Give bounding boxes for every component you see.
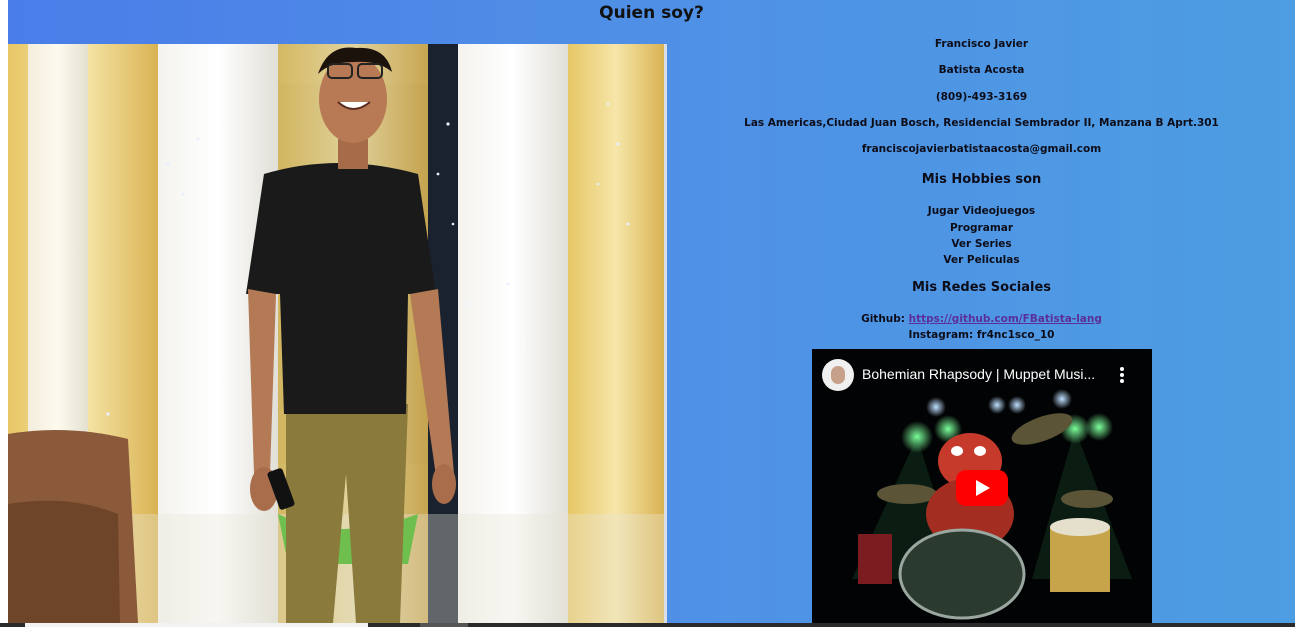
- info-section: Francisco Javier Batista Acosta (809)-49…: [668, 36, 1295, 343]
- github-line: Github: https://github.com/FBatista-lang: [668, 311, 1295, 327]
- photo-divider: [664, 44, 667, 623]
- scrollbar-thumb[interactable]: [25, 623, 368, 627]
- avatar-figure: [831, 366, 845, 384]
- play-button[interactable]: [956, 470, 1008, 506]
- hobbies-heading: Mis Hobbies son: [921, 172, 1042, 188]
- email: franciscojavierbatistaacosta@gmail.com: [861, 143, 1102, 156]
- address: Las Americas,Ciudad Juan Bosch, Residenc…: [744, 116, 1219, 129]
- profile-photo: [8, 44, 664, 623]
- first-names: Francisco Javier: [934, 38, 1029, 50]
- video-embed[interactable]: Bohemian Rhapsody | Muppet Musi...: [812, 349, 1152, 623]
- channel-avatar[interactable]: [822, 359, 854, 391]
- more-vert-icon[interactable]: [1118, 367, 1126, 385]
- hobby-item: Ver Series: [951, 238, 1012, 251]
- instagram-line: Instagram: fr4nc1sco_10: [908, 328, 1055, 341]
- last-names: Batista Acosta: [938, 64, 1025, 77]
- hobby-item: Jugar Videojuegos: [927, 205, 1036, 218]
- video-title[interactable]: Bohemian Rhapsody | Muppet Musi...: [862, 366, 1095, 382]
- page: Quien soy? Francisco Javier Batista Acos…: [0, 0, 1295, 627]
- play-icon: [976, 480, 990, 496]
- phone: (809)-493-3169: [935, 90, 1028, 103]
- hobby-item: Programar: [949, 221, 1014, 234]
- github-link[interactable]: https://github.com/FBatista-lang: [909, 313, 1102, 325]
- github-label: Github:: [861, 312, 905, 325]
- social-heading: Mis Redes Sociales: [911, 279, 1052, 295]
- scrollbar-thumb-secondary[interactable]: [420, 623, 468, 627]
- hobby-item: Ver Peliculas: [943, 254, 1020, 267]
